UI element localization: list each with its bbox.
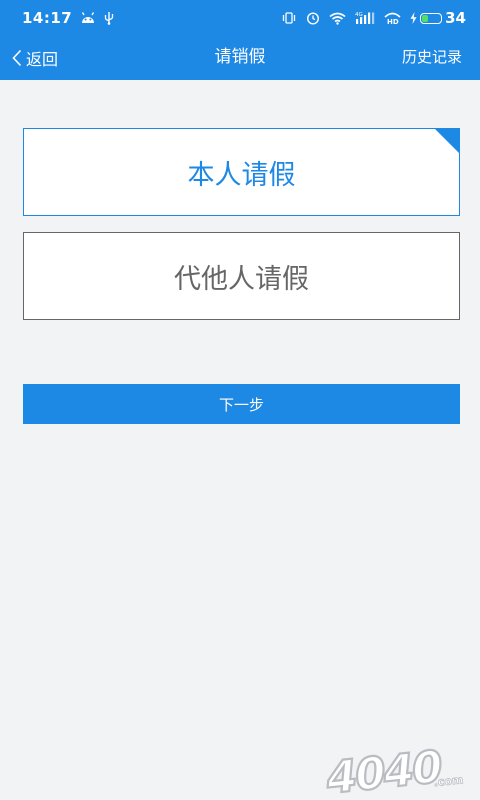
wifi-icon [329, 12, 346, 25]
history-records-button[interactable]: 历史记录 [402, 36, 462, 80]
self-leave-label: 本人请假 [187, 159, 296, 191]
status-left: 14:17 [22, 9, 114, 27]
charging-icon [410, 12, 417, 24]
leave-for-others-option[interactable]: 代他人请假 [23, 232, 460, 320]
app-header: 返回 请销假 历史记录 [0, 36, 480, 80]
status-bar: 14:17 4G HD 34 [0, 0, 480, 36]
usb-icon [104, 11, 114, 25]
self-leave-option[interactable]: 本人请假 [23, 128, 460, 216]
battery-fill [422, 14, 429, 22]
hd-label: HD [387, 18, 399, 25]
back-button[interactable]: 返回 [12, 36, 58, 80]
watermark-logo: 4040 .com [322, 738, 472, 796]
svg-text:4040: 4040 [323, 741, 445, 796]
next-step-button[interactable]: 下一步 [23, 384, 460, 424]
status-right: 4G HD 34 [281, 9, 466, 27]
battery-level: 34 [445, 9, 466, 27]
back-label: 返回 [26, 50, 59, 69]
chevron-left-icon [12, 49, 22, 67]
selected-corner-indicator [435, 129, 459, 153]
svg-text:.com: .com [433, 773, 464, 789]
leave-for-others-label: 代他人请假 [174, 263, 309, 295]
alarm-icon [306, 11, 320, 25]
hd-call-icon: HD [384, 11, 401, 25]
signal-icon: 4G [355, 11, 375, 25]
battery-icon [420, 12, 443, 24]
vibrate-icon [281, 12, 297, 24]
battery-indicator: 34 [410, 9, 466, 27]
android-icon [81, 12, 95, 24]
next-step-label: 下一步 [218, 395, 264, 414]
status-time: 14:17 [22, 9, 73, 27]
